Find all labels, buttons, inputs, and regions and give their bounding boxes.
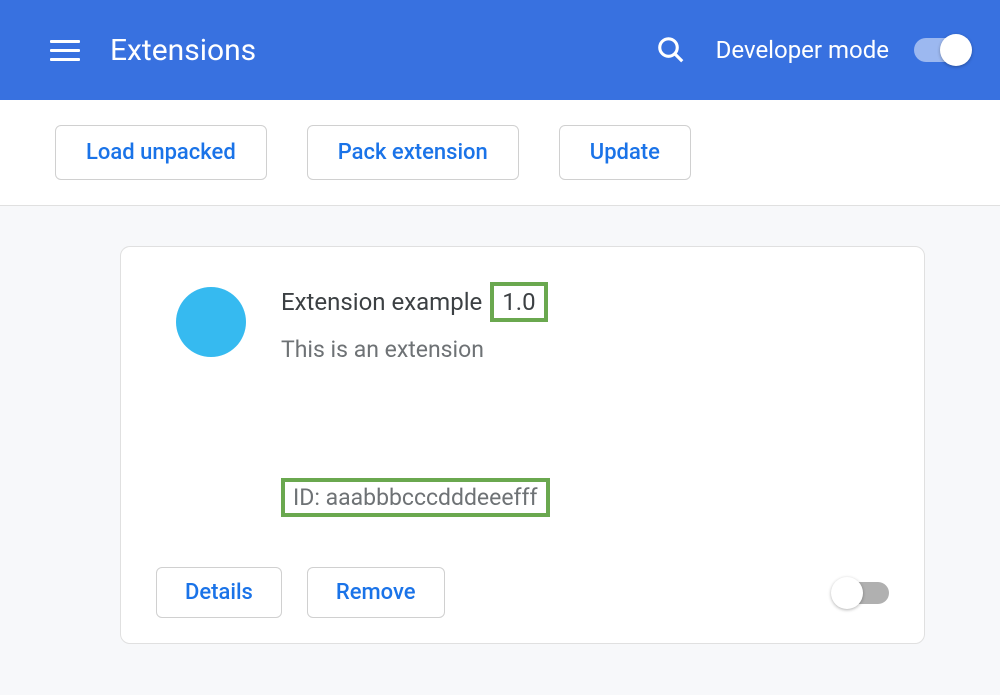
developer-mode-label: Developer mode (716, 36, 889, 64)
remove-button[interactable]: Remove (307, 567, 445, 618)
update-button[interactable]: Update (559, 125, 691, 180)
header: Extensions Developer mode (0, 0, 1000, 100)
search-icon[interactable] (656, 35, 686, 65)
developer-mode-toggle[interactable] (914, 38, 970, 62)
extension-description: This is an extension (281, 336, 889, 363)
extension-icon (176, 287, 246, 357)
extension-id: ID: aaabbbcccdddeeefff (281, 478, 550, 517)
extension-card: Extension example 1.0 This is an extensi… (120, 246, 925, 644)
pack-extension-button[interactable]: Pack extension (307, 125, 519, 180)
menu-icon[interactable] (50, 35, 80, 65)
extensions-list: Extension example 1.0 This is an extensi… (0, 206, 1000, 695)
extension-version: 1.0 (490, 282, 547, 322)
load-unpacked-button[interactable]: Load unpacked (55, 125, 267, 180)
extension-name: Extension example (281, 288, 482, 316)
page-title: Extensions (110, 33, 656, 68)
developer-toolbar: Load unpacked Pack extension Update (0, 100, 1000, 206)
extension-enable-toggle[interactable] (833, 582, 889, 604)
details-button[interactable]: Details (156, 567, 282, 618)
